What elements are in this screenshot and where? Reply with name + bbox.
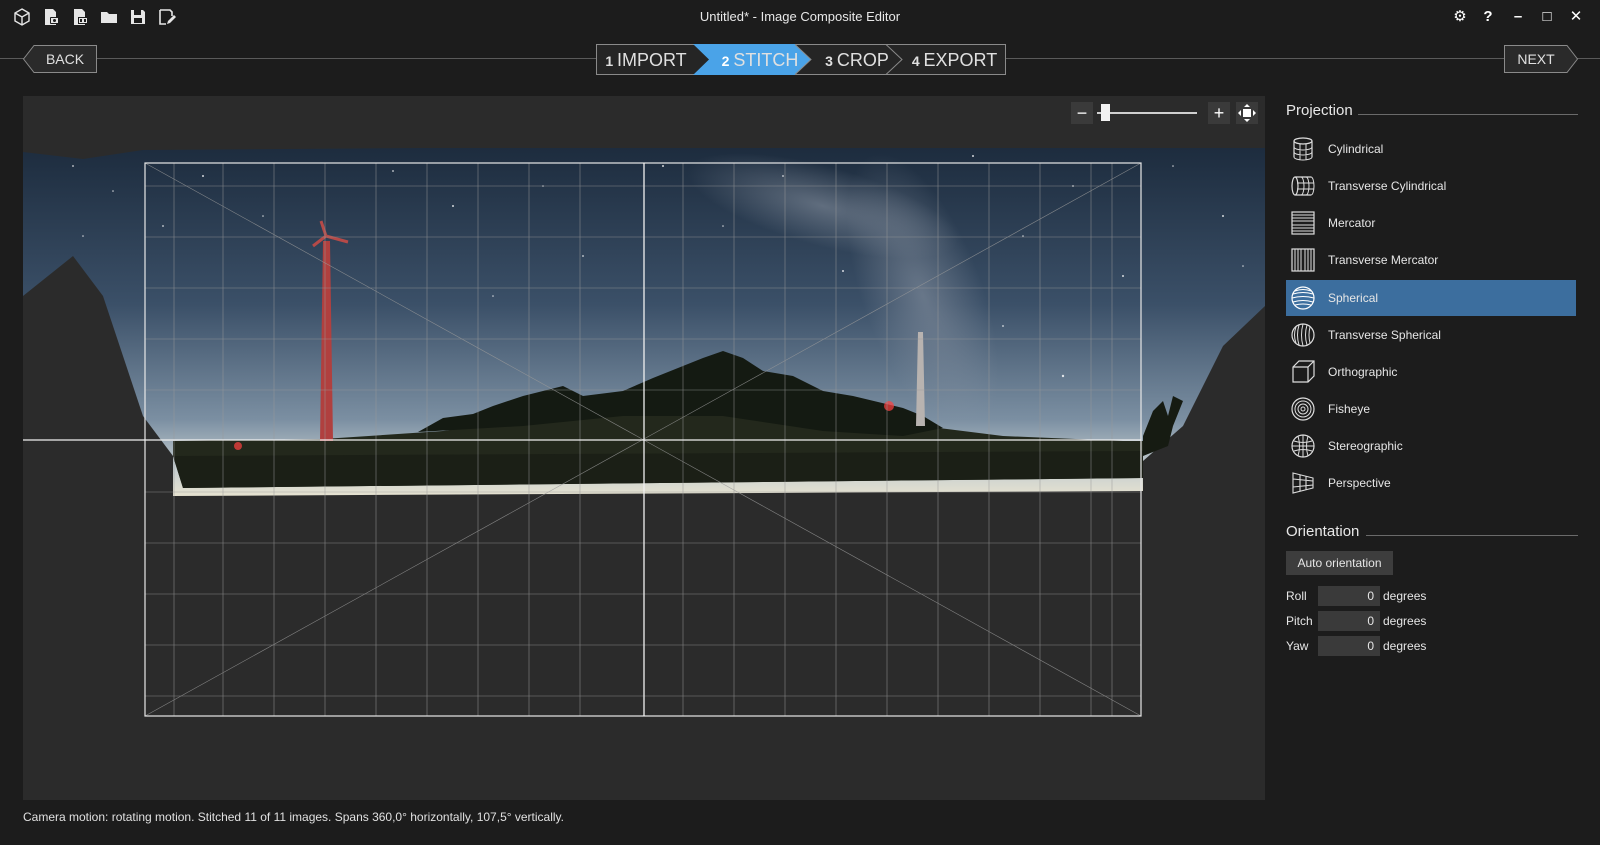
roll-label: Roll (1286, 589, 1307, 603)
zoom-out-button[interactable]: − (1071, 102, 1093, 124)
projection-label: Stereographic (1328, 439, 1403, 453)
projection-spherical[interactable]: Spherical (1286, 280, 1576, 316)
projection-label: Cylindrical (1328, 142, 1384, 156)
pitch-input[interactable]: 0 (1318, 611, 1380, 631)
projection-orthographic[interactable]: Orthographic (1286, 354, 1576, 390)
projection-mercator[interactable]: Mercator (1286, 205, 1576, 241)
stereographic-icon (1291, 434, 1315, 458)
next-button[interactable]: NEXT (1504, 45, 1578, 73)
fit-to-window-icon[interactable] (1236, 102, 1258, 124)
projection-transverse-mercator[interactable]: Transverse Mercator (1286, 242, 1576, 278)
step-crop-label: CROP (836, 50, 889, 70)
projection-stereographic[interactable]: Stereographic (1286, 428, 1576, 464)
next-label: NEXT (1517, 51, 1555, 67)
projection-label: Transverse Cylindrical (1328, 179, 1447, 193)
new-from-video-icon[interactable] (71, 8, 89, 26)
open-icon[interactable] (100, 8, 118, 26)
projection-label: Fisheye (1328, 402, 1371, 416)
status-text: Camera motion: rotating motion. Stitched… (23, 810, 564, 824)
yaw-unit: degrees (1383, 639, 1427, 653)
projection-label: Transverse Mercator (1328, 253, 1439, 267)
projection-transverse-cylindrical[interactable]: Transverse Cylindrical (1286, 168, 1576, 204)
settings-icon[interactable]: ⚙ (1449, 7, 1471, 27)
spherical-icon (1291, 286, 1315, 310)
step-import-label: IMPORT (617, 50, 687, 70)
projection-label: Orthographic (1328, 365, 1398, 379)
step-export-number: 4 (911, 53, 920, 69)
save-icon[interactable] (129, 8, 147, 26)
transverse-mercator-icon (1291, 248, 1315, 272)
step-export-label: EXPORT (923, 50, 998, 70)
back-label: BACK (45, 51, 85, 67)
transverse-spherical-icon (1291, 323, 1315, 347)
projection-label: Perspective (1328, 476, 1391, 490)
projection-title: Projection (1286, 102, 1353, 119)
step-import-number: 1 (605, 53, 614, 69)
save-as-icon[interactable] (158, 8, 176, 26)
fisheye-icon (1291, 397, 1315, 421)
projection-label: Spherical (1328, 291, 1379, 305)
step-stitch-number: 2 (721, 53, 730, 69)
projection-transverse-spherical[interactable]: Transverse Spherical (1286, 317, 1576, 353)
zoom-slider-track[interactable] (1097, 112, 1197, 114)
yaw-label: Yaw (1286, 639, 1309, 653)
mercator-icon (1291, 211, 1315, 235)
new-project-icon[interactable] (13, 8, 31, 26)
projection-cylindrical[interactable]: Cylindrical (1286, 131, 1576, 167)
step-stitch[interactable]: 2 STITCH (705, 46, 815, 74)
pitch-unit: degrees (1383, 614, 1427, 628)
projection-fisheye[interactable]: Fisheye (1286, 391, 1576, 427)
close-button[interactable]: ✕ (1565, 7, 1587, 27)
projection-label: Mercator (1328, 216, 1376, 230)
help-icon[interactable]: ? (1477, 7, 1499, 27)
new-from-images-icon[interactable] (42, 8, 60, 26)
roll-input[interactable]: 0 (1318, 586, 1380, 606)
projection-label: Transverse Spherical (1328, 328, 1441, 342)
roll-unit: degrees (1383, 589, 1427, 603)
back-button[interactable]: BACK (23, 45, 97, 73)
step-export[interactable]: 4 EXPORT (903, 46, 1006, 74)
projection-perspective[interactable]: Perspective (1286, 465, 1576, 501)
transverse-cylindrical-icon (1291, 176, 1315, 196)
window-title: Untitled* - Image Composite Editor (699, 9, 901, 24)
step-crop[interactable]: 3 CROP (811, 46, 903, 74)
yaw-input[interactable]: 0 (1318, 636, 1380, 656)
step-import[interactable]: 1 IMPORT (596, 46, 696, 74)
auto-orientation-button[interactable]: Auto orientation (1286, 551, 1393, 575)
panorama-preview[interactable] (23, 96, 1265, 800)
cylindrical-icon (1293, 137, 1313, 161)
orientation-divider (1366, 535, 1578, 536)
minimize-button[interactable]: – (1507, 7, 1529, 27)
step-crop-number: 3 (825, 53, 833, 69)
step-stitch-label: STITCH (733, 50, 799, 70)
maximize-button[interactable]: □ (1536, 7, 1558, 27)
orientation-title: Orientation (1286, 523, 1360, 540)
stitch-canvas[interactable] (23, 96, 1265, 800)
zoom-slider-thumb[interactable] (1101, 104, 1110, 121)
pitch-label: Pitch (1286, 614, 1313, 628)
perspective-icon (1292, 472, 1314, 494)
projection-divider (1358, 114, 1578, 115)
orthographic-icon (1292, 360, 1315, 383)
zoom-in-button[interactable]: + (1208, 102, 1230, 124)
